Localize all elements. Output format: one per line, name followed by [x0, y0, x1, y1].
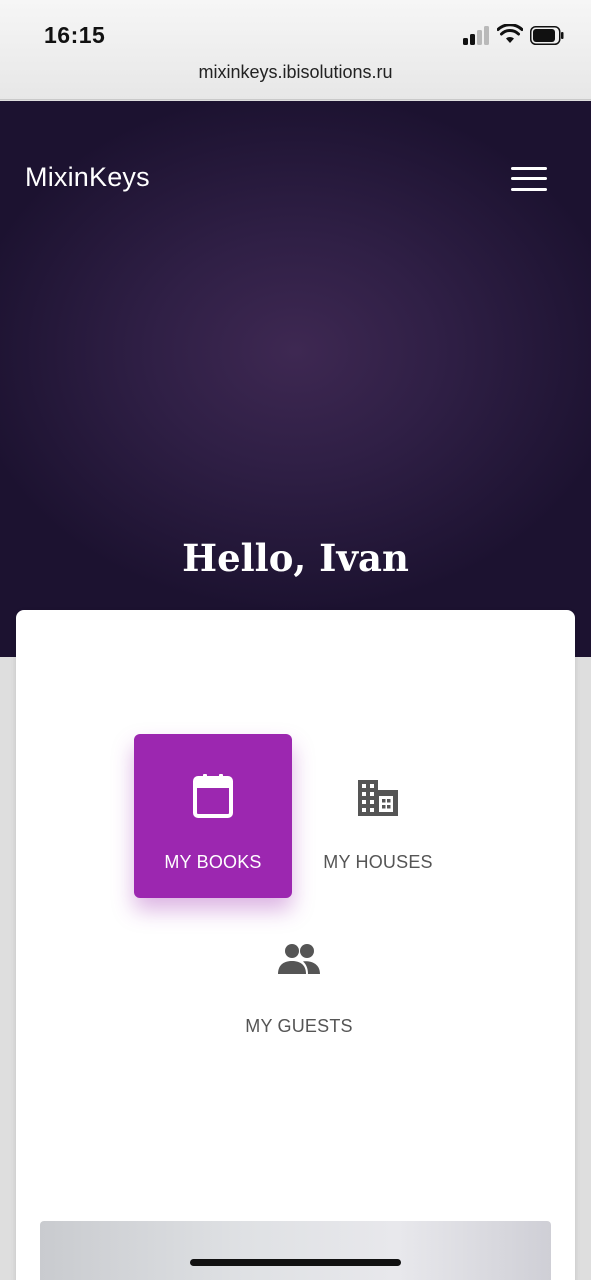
browser-status-bar: 16:15 mixinkeys.ibisolutions.ru [0, 0, 591, 100]
my-houses-tile[interactable]: MY HOUSES [299, 734, 457, 898]
cellular-signal-icon [463, 26, 491, 45]
my-guests-label: MY GUESTS [245, 1016, 353, 1036]
my-houses-label: MY HOUSES [323, 852, 433, 872]
page: 16:15 mixinkeys.ibisolutions.ru MixinKey… [0, 0, 591, 1280]
status-time: 16:15 [44, 22, 106, 48]
battery-icon [530, 26, 564, 45]
wifi-icon [497, 24, 523, 43]
dashboard-card: MY BOOKS MY HOUSES MY GUESTS [16, 610, 575, 1280]
my-books-tile[interactable]: MY BOOKS [134, 734, 292, 898]
hero-banner: MixinKeys Hello, Ivan [0, 101, 591, 657]
content-image-preview [40, 1221, 551, 1280]
brand-logo[interactable]: MixinKeys [25, 162, 150, 193]
my-guests-tile[interactable]: MY GUESTS [220, 898, 378, 1062]
greeting-title: Hello, Ivan [182, 536, 409, 580]
home-indicator[interactable] [190, 1259, 401, 1266]
address-bar-url[interactable]: mixinkeys.ibisolutions.ru [0, 62, 591, 83]
my-books-label: MY BOOKS [164, 852, 262, 872]
building-icon [358, 780, 398, 816]
people-icon [278, 944, 320, 974]
calendar-icon [193, 774, 233, 818]
hamburger-menu-icon[interactable] [511, 166, 547, 192]
